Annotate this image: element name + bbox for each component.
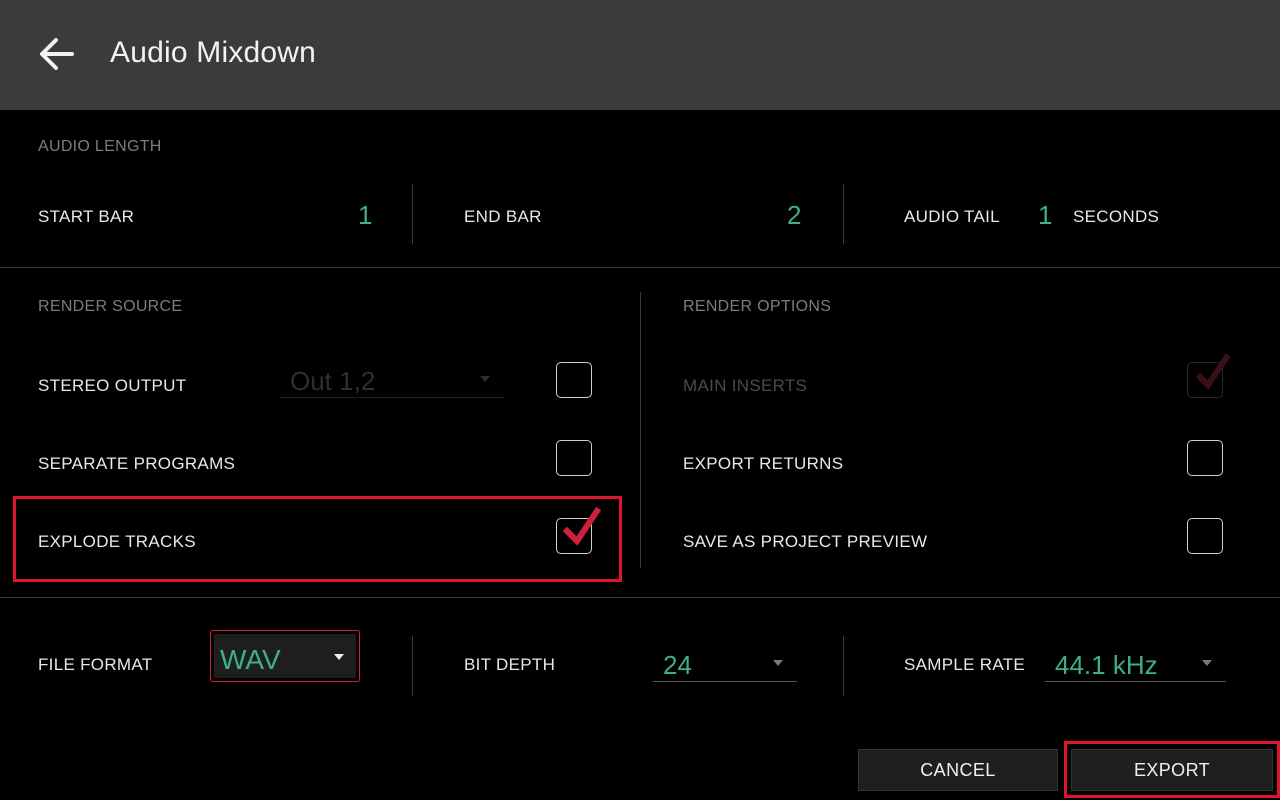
explode-tracks-checkbox[interactable]: [556, 507, 602, 554]
save-as-preview-checkbox[interactable]: [1187, 518, 1223, 554]
separate-programs-checkbox[interactable]: [556, 440, 592, 476]
arrow-left-icon: [40, 38, 74, 70]
check-icon: [1195, 353, 1231, 390]
export-returns-label: EXPORT RETURNS: [683, 454, 844, 473]
divider: [640, 292, 641, 568]
audio-tail-value[interactable]: 1: [1038, 200, 1052, 231]
file-format-dropdown[interactable]: WAV: [214, 634, 356, 678]
end-bar-value[interactable]: 2: [787, 200, 801, 231]
divider: [843, 184, 844, 244]
back-button[interactable]: [36, 36, 76, 72]
divider: [843, 636, 844, 696]
stereo-output-value: Out 1,2: [290, 366, 376, 396]
check-icon: [562, 507, 602, 546]
start-bar-value[interactable]: 1: [358, 200, 372, 231]
header-bar: Audio Mixdown: [0, 0, 1280, 110]
file-format-highlight: WAV: [210, 630, 360, 682]
sample-rate-label: SAMPLE RATE: [904, 655, 1026, 674]
divider: [412, 184, 413, 244]
bit-depth-label: BIT DEPTH: [464, 655, 556, 674]
bit-depth-value: 24: [663, 650, 692, 680]
divider: [412, 636, 413, 696]
export-button[interactable]: EXPORT: [1071, 749, 1273, 791]
audio-tail-label: AUDIO TAIL: [904, 207, 1000, 226]
render-options-section-label: RENDER OPTIONS: [683, 298, 832, 315]
chevron-down-icon: [773, 660, 783, 666]
section-divider: [0, 597, 1280, 598]
sample-rate-value: 44.1 kHz: [1055, 650, 1158, 680]
audio-tail-unit: SECONDS: [1073, 207, 1160, 226]
stereo-output-label: STEREO OUTPUT: [38, 376, 187, 395]
main-inserts-label: MAIN INSERTS: [683, 376, 808, 395]
stereo-output-checkbox[interactable]: [556, 362, 592, 398]
audio-length-section-label: AUDIO LENGTH: [38, 138, 162, 155]
chevron-down-icon: [1202, 660, 1212, 666]
section-divider: [0, 267, 1280, 268]
chevron-down-icon: [334, 654, 344, 660]
export-returns-checkbox[interactable]: [1187, 440, 1223, 476]
cancel-button[interactable]: CANCEL: [858, 749, 1058, 791]
render-source-section-label: RENDER SOURCE: [38, 298, 183, 315]
file-format-label: FILE FORMAT: [38, 655, 153, 674]
sample-rate-dropdown[interactable]: 44.1 kHz: [1045, 648, 1226, 682]
save-as-preview-label: SAVE AS PROJECT PREVIEW: [683, 532, 928, 551]
bit-depth-dropdown[interactable]: 24: [653, 648, 797, 682]
file-format-value: WAV: [220, 644, 281, 675]
main-inserts-checkbox: [1187, 353, 1231, 398]
start-bar-label: START BAR: [38, 207, 135, 226]
end-bar-label: END BAR: [464, 207, 542, 226]
page-title: Audio Mixdown: [110, 36, 317, 69]
explode-tracks-label: EXPLODE TRACKS: [38, 532, 196, 551]
separate-programs-label: SEPARATE PROGRAMS: [38, 454, 236, 473]
stereo-output-dropdown: Out 1,2: [280, 364, 504, 398]
chevron-down-icon: [480, 376, 490, 382]
